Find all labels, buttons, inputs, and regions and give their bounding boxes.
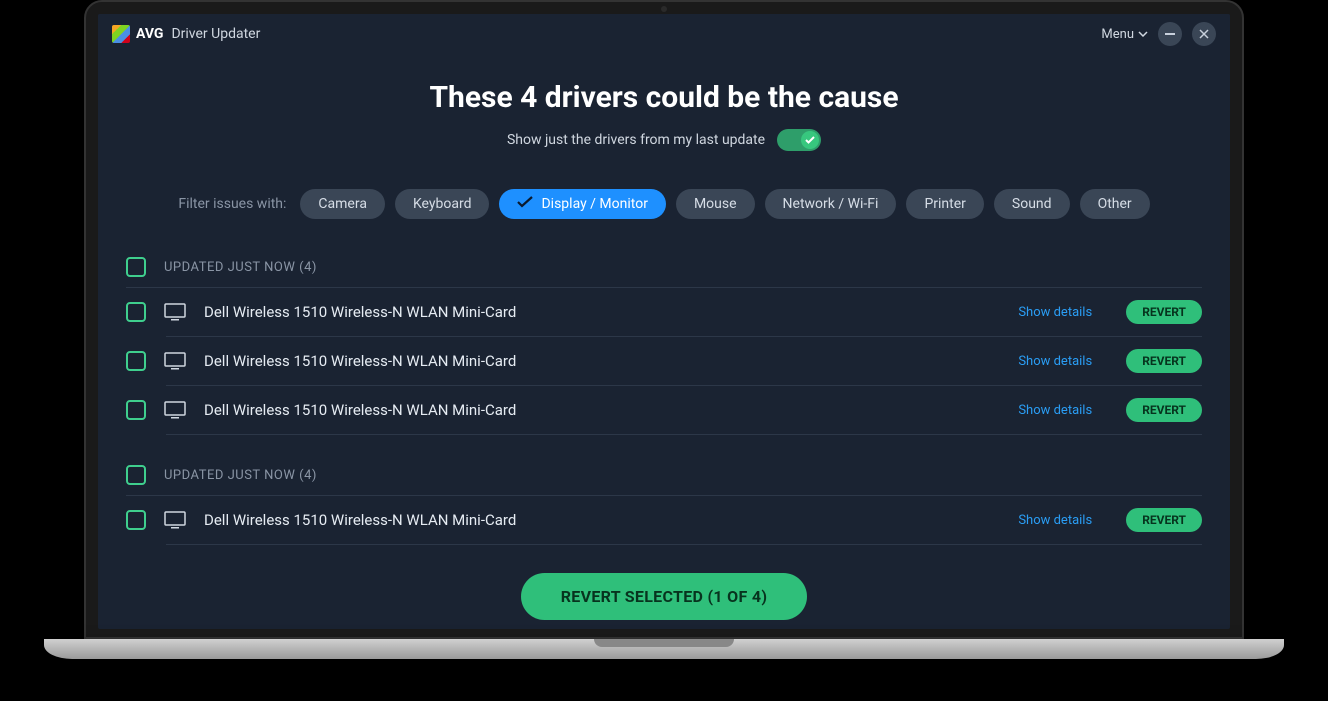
menu-label: Menu [1101, 27, 1134, 42]
laptop-bezel: AVG Driver Updater Menu [84, 0, 1244, 639]
minimize-button[interactable] [1158, 22, 1182, 46]
driver-checkbox[interactable] [126, 302, 146, 322]
group-header-label: UPDATED JUST NOW (4) [164, 468, 317, 483]
filter-chip-network[interactable]: Network / Wi-Fi [765, 189, 897, 219]
check-icon [805, 136, 815, 144]
show-details-link[interactable]: Show details [1018, 403, 1092, 418]
filter-chip-camera[interactable]: Camera [300, 189, 385, 219]
app-window: AVG Driver Updater Menu [98, 14, 1230, 629]
monitor-icon [164, 352, 186, 370]
revert-button[interactable]: REVERT [1126, 398, 1202, 422]
driver-name: Dell Wireless 1510 Wireless-N WLAN Mini-… [204, 511, 516, 529]
toggle-label: Show just the drivers from my last updat… [507, 132, 765, 148]
driver-name: Dell Wireless 1510 Wireless-N WLAN Mini-… [204, 303, 516, 321]
toggle-knob [801, 131, 819, 149]
laptop-frame: AVG Driver Updater Menu [84, 0, 1244, 659]
filter-toggle-row: Show just the drivers from my last updat… [122, 129, 1206, 151]
revert-button[interactable]: REVERT [1126, 349, 1202, 373]
titlebar: AVG Driver Updater Menu [98, 14, 1230, 54]
show-last-update-toggle[interactable] [777, 129, 821, 151]
group-select-all-checkbox[interactable] [126, 465, 146, 485]
filters-label: Filter issues with: [178, 196, 286, 212]
monitor-icon [164, 511, 186, 529]
avg-logo-icon [112, 25, 130, 43]
cta-row: REVERT SELECTED (1 OF 4) [122, 573, 1206, 620]
revert-button[interactable]: REVERT [1126, 508, 1202, 532]
filter-chip-sound[interactable]: Sound [994, 189, 1070, 219]
driver-row: Dell Wireless 1510 Wireless-N WLAN Mini-… [166, 288, 1202, 337]
show-details-link[interactable]: Show details [1018, 305, 1092, 320]
filter-chip-display[interactable]: Display / Monitor [499, 189, 665, 219]
revert-selected-button[interactable]: REVERT SELECTED (1 OF 4) [521, 573, 808, 620]
filter-chip-keyboard[interactable]: Keyboard [395, 189, 490, 219]
menu-dropdown[interactable]: Menu [1101, 27, 1148, 42]
check-icon [517, 196, 533, 212]
filter-chip-mouse[interactable]: Mouse [676, 189, 755, 219]
main-content: These 4 drivers could be the cause Show … [98, 54, 1230, 620]
filter-chip-printer[interactable]: Printer [906, 189, 983, 219]
monitor-icon [164, 303, 186, 321]
chevron-down-icon [1138, 31, 1148, 37]
driver-checkbox[interactable] [126, 351, 146, 371]
driver-name: Dell Wireless 1510 Wireless-N WLAN Mini-… [204, 352, 516, 370]
driver-row: Dell Wireless 1510 Wireless-N WLAN Mini-… [166, 386, 1202, 435]
monitor-icon [164, 401, 186, 419]
driver-list: UPDATED JUST NOW (4) Dell Wireless 1510 … [122, 253, 1206, 545]
laptop-camera-icon [661, 6, 667, 12]
revert-button[interactable]: REVERT [1126, 300, 1202, 324]
driver-checkbox[interactable] [126, 400, 146, 420]
page-title: These 4 drivers could be the cause [122, 80, 1206, 115]
show-details-link[interactable]: Show details [1018, 513, 1092, 528]
brand-text: AVG [136, 26, 163, 42]
driver-row: Dell Wireless 1510 Wireless-N WLAN Mini-… [166, 496, 1202, 545]
laptop-base [44, 639, 1284, 659]
close-button[interactable] [1192, 22, 1216, 46]
app-name-text: Driver Updater [171, 26, 260, 42]
group-select-all-checkbox[interactable] [126, 257, 146, 277]
driver-checkbox[interactable] [126, 510, 146, 530]
driver-name: Dell Wireless 1510 Wireless-N WLAN Mini-… [204, 401, 516, 419]
app-logo: AVG Driver Updater [112, 25, 260, 43]
group-header-label: UPDATED JUST NOW (4) [164, 260, 317, 275]
filter-chips: Filter issues with: Camera Keyboard Disp… [122, 189, 1206, 219]
group-header: UPDATED JUST NOW (4) [126, 461, 1202, 496]
show-details-link[interactable]: Show details [1018, 354, 1092, 369]
group-header: UPDATED JUST NOW (4) [126, 253, 1202, 288]
filter-chip-other[interactable]: Other [1080, 189, 1150, 219]
driver-row: Dell Wireless 1510 Wireless-N WLAN Mini-… [166, 337, 1202, 386]
